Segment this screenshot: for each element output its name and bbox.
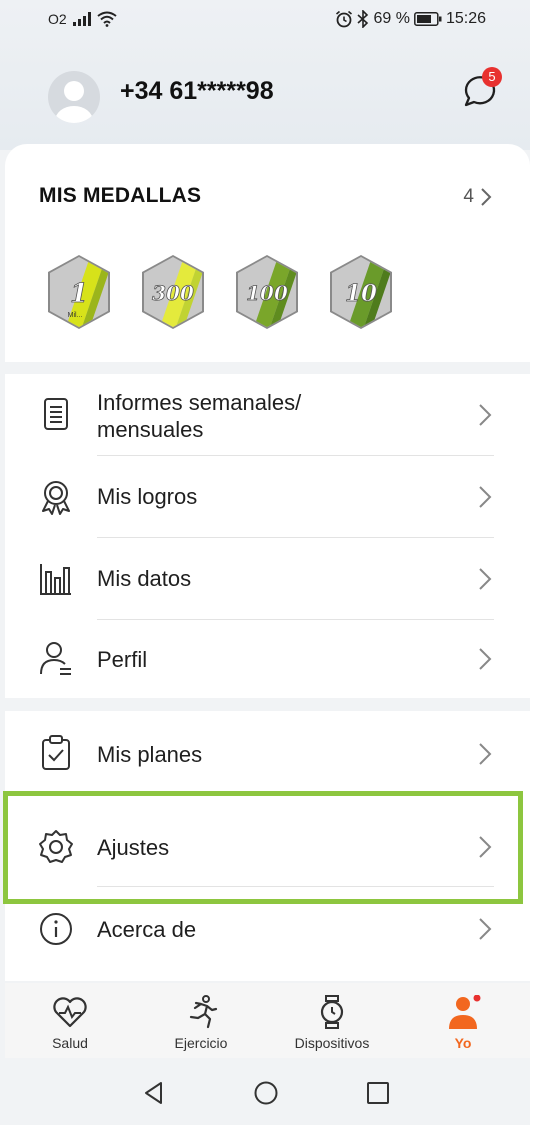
menu-group-reports: Informes semanales/ mensuales Mis logros bbox=[5, 374, 530, 698]
battery-percent: 69 % bbox=[373, 10, 410, 27]
medals-count-link[interactable]: 4 bbox=[463, 186, 492, 208]
back-nav-icon[interactable] bbox=[141, 1080, 167, 1106]
profile-header: +34 61*****98 5 bbox=[0, 40, 530, 155]
medals-title: MIS MEDALLAS bbox=[39, 184, 202, 207]
bottom-tab-bar: Salud Ejercicio Dispositivos Yo bbox=[5, 983, 530, 1058]
clock-time: 15:26 bbox=[445, 10, 486, 27]
phone-number[interactable]: +34 61*****98 bbox=[120, 77, 274, 106]
menu-item-label: Ajustes bbox=[97, 835, 170, 860]
menu-item-plans[interactable]: Mis planes bbox=[5, 711, 530, 797]
watch-icon bbox=[320, 995, 344, 1029]
medal-badge[interactable]: 100 bbox=[233, 254, 301, 330]
system-nav-bar bbox=[0, 1058, 530, 1125]
medal-value: 1 bbox=[70, 279, 88, 309]
chevron-right-icon bbox=[479, 918, 492, 940]
menu-item-profile[interactable]: Perfil bbox=[5, 620, 530, 698]
status-left: O2 bbox=[48, 11, 117, 27]
menu-item-reports[interactable]: Informes semanales/ mensuales bbox=[5, 374, 530, 456]
tab-label: Yo bbox=[454, 1035, 472, 1051]
signal-icon bbox=[72, 12, 91, 26]
menu-item-data[interactable]: Mis datos bbox=[5, 538, 530, 620]
award-icon bbox=[42, 481, 70, 515]
tab-salud[interactable]: Salud bbox=[10, 983, 130, 1058]
menu-item-label: Acerca de bbox=[97, 917, 197, 942]
avatar[interactable] bbox=[48, 71, 100, 123]
menu-item-label: Mis datos bbox=[97, 566, 192, 591]
medals-card: MIS MEDALLAS 4 1 Mil... 300 100 10 bbox=[5, 144, 530, 362]
chevron-right-icon bbox=[479, 836, 492, 858]
medal-badge[interactable]: 1 Mil... bbox=[45, 254, 113, 330]
chevron-right-icon bbox=[481, 188, 492, 206]
menu-item-label: Mis planes bbox=[97, 742, 203, 767]
medal-caption: Mil... bbox=[68, 312, 83, 319]
gear-icon bbox=[39, 830, 73, 863]
medals-count: 4 bbox=[463, 186, 474, 207]
heart-icon bbox=[53, 997, 87, 1028]
menu-group-settings: Mis planes Ajustes Acerca de bbox=[5, 711, 530, 981]
tab-label: Dispositivos bbox=[294, 1035, 370, 1051]
menu-item-label: Mis logros bbox=[97, 484, 198, 509]
menu-item-settings[interactable]: Ajustes bbox=[5, 797, 530, 887]
bar-chart-icon bbox=[40, 564, 71, 595]
clipboard-check-icon bbox=[42, 735, 70, 770]
menu-item-achievements[interactable]: Mis logros bbox=[5, 456, 530, 538]
info-icon bbox=[40, 913, 72, 945]
wifi-icon bbox=[97, 11, 117, 27]
person-icon bbox=[449, 995, 481, 1029]
medal-value: 10 bbox=[345, 280, 377, 307]
carrier-label: O2 bbox=[48, 11, 67, 27]
medals-row: 1 Mil... 300 100 10 bbox=[45, 254, 395, 330]
medal-badge[interactable]: 300 bbox=[139, 254, 207, 330]
default-avatar-icon bbox=[55, 81, 93, 123]
report-icon bbox=[44, 398, 68, 430]
chevron-right-icon bbox=[479, 743, 492, 765]
chevron-right-icon bbox=[479, 404, 492, 426]
tab-ejercicio[interactable]: Ejercicio bbox=[141, 983, 261, 1058]
menu-item-label: Informes semanales/ mensuales bbox=[97, 389, 301, 443]
medal-value: 300 bbox=[152, 281, 194, 305]
tab-label: Salud bbox=[52, 1035, 88, 1051]
label-line-1: Informes semanales/ bbox=[97, 390, 302, 415]
profile-icon bbox=[40, 642, 71, 675]
alarm-icon bbox=[336, 10, 353, 28]
chevron-right-icon bbox=[479, 568, 492, 590]
home-nav-icon[interactable] bbox=[253, 1080, 279, 1106]
menu-item-about[interactable]: Acerca de bbox=[5, 887, 530, 971]
status-right: 69 % 15:26 bbox=[335, 10, 486, 28]
tab-yo[interactable]: Yo bbox=[403, 983, 523, 1058]
chevron-right-icon bbox=[479, 648, 492, 670]
label-line-2: mensuales bbox=[97, 417, 204, 442]
medal-value: 100 bbox=[246, 281, 288, 305]
chevron-right-icon bbox=[479, 486, 492, 508]
menu-item-label: Perfil bbox=[97, 647, 148, 672]
recents-nav-icon[interactable] bbox=[365, 1080, 391, 1106]
medal-badge[interactable]: 10 bbox=[327, 254, 395, 330]
running-icon bbox=[189, 995, 218, 1029]
message-badge: 5 bbox=[482, 67, 502, 87]
app-screen: O2 69 % 15:26 +34 61*****98 5 MIS MEDALL… bbox=[0, 0, 530, 1125]
battery-icon bbox=[414, 12, 442, 26]
status-bar: O2 69 % 15:26 bbox=[0, 0, 530, 40]
tab-dispositivos[interactable]: Dispositivos bbox=[272, 983, 392, 1058]
tab-label: Ejercicio bbox=[174, 1035, 228, 1051]
bluetooth-icon bbox=[357, 10, 369, 28]
